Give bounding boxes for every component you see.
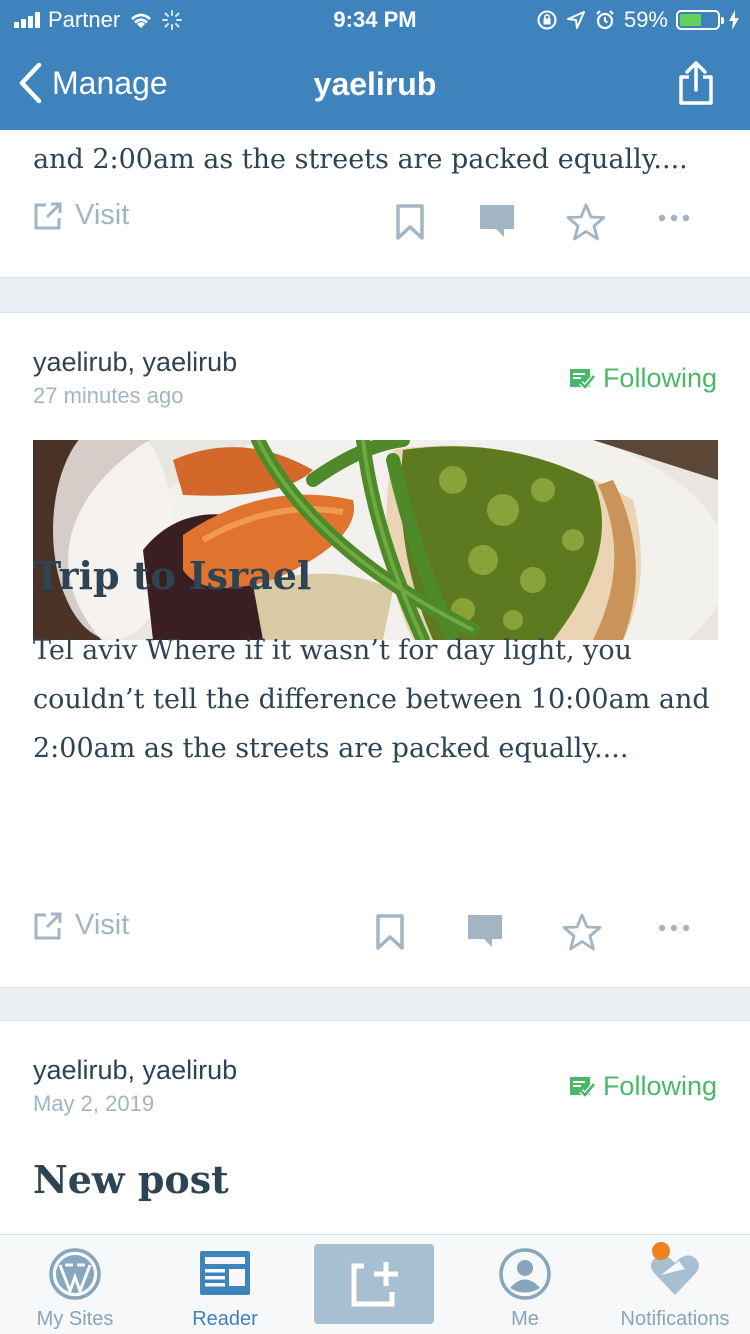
tab-label: Reader — [192, 1308, 258, 1330]
page-title: yaelirub — [313, 66, 437, 102]
compose-button[interactable] — [314, 1244, 434, 1324]
tab-notifications[interactable]: Notifications — [600, 1235, 750, 1334]
star-icon[interactable] — [566, 203, 606, 241]
share-button[interactable] — [676, 60, 716, 111]
following-button[interactable]: Following — [569, 1071, 717, 1102]
visit-button[interactable]: Visit — [33, 199, 129, 232]
post-time: May 2, 2019 — [33, 1091, 155, 1116]
star-icon[interactable] — [562, 913, 602, 951]
following-check-icon — [569, 1076, 595, 1099]
reader-feed[interactable]: and 2:00am as the streets are packed equ… — [0, 130, 750, 1234]
post-card[interactable]: yaelirub, yaelirub May 2, 2019 Following… — [0, 1020, 750, 1234]
tab-label: Notifications — [620, 1308, 730, 1330]
location-icon — [566, 11, 585, 29]
food-photo — [33, 440, 718, 640]
compose-icon — [351, 1262, 398, 1307]
post-featured-image[interactable] — [33, 440, 718, 640]
reader-icon — [200, 1251, 250, 1295]
bell-heart-icon — [651, 1242, 699, 1295]
wordpress-icon — [49, 1248, 101, 1300]
top-bar: Partner 9:34 PM 59% Manage yaelirub — [0, 0, 750, 130]
post-title[interactable]: New post — [33, 1157, 229, 1202]
visit-label: Visit — [75, 909, 130, 941]
tab-label: Me — [511, 1308, 539, 1330]
battery-percent: 59% — [623, 7, 668, 32]
comment-icon[interactable] — [478, 203, 516, 239]
bookmark-icon[interactable] — [395, 203, 425, 241]
post-excerpt: Tel aviv Where if it wasn’t for day ligh… — [33, 635, 710, 764]
following-label: Following — [602, 363, 717, 393]
following-label: Following — [602, 1071, 717, 1101]
person-icon — [499, 1248, 551, 1300]
post-authors[interactable]: yaelirub, yaelirub — [33, 1055, 237, 1086]
external-link-icon — [34, 912, 62, 939]
tab-bar: My Sites Reader Me Notifications — [0, 1234, 750, 1334]
visit-button[interactable]: Visit — [33, 909, 129, 942]
comment-icon[interactable] — [466, 913, 504, 949]
external-link-icon — [34, 202, 62, 229]
orientation-lock-icon — [537, 10, 557, 30]
status-bar: Partner 9:34 PM 59% — [0, 0, 750, 40]
battery-icon — [676, 10, 724, 30]
following-check-icon — [569, 368, 595, 391]
more-icon[interactable] — [658, 213, 690, 223]
alarm-icon — [596, 10, 614, 30]
more-icon[interactable] — [658, 923, 690, 933]
visit-label: Visit — [75, 199, 130, 231]
following-button[interactable]: Following — [569, 363, 717, 394]
tab-my-sites[interactable]: My Sites — [0, 1235, 150, 1334]
tab-me[interactable]: Me — [450, 1235, 600, 1334]
post-card[interactable]: yaelirub, yaelirub 27 minutes ago Follow… — [0, 312, 750, 988]
post-actions: Visit — [0, 909, 750, 959]
post-excerpt: and 2:00am as the streets are packed equ… — [33, 144, 688, 175]
post-actions: Visit — [0, 199, 750, 249]
post-title[interactable]: Trip to Israel — [33, 553, 311, 598]
post-card[interactable]: and 2:00am as the streets are packed equ… — [0, 130, 750, 278]
tab-reader[interactable]: Reader — [150, 1235, 300, 1334]
navigation-bar: Manage yaelirub — [0, 48, 750, 120]
post-authors[interactable]: yaelirub, yaelirub — [33, 347, 237, 378]
share-icon — [679, 61, 713, 105]
tab-label: My Sites — [36, 1308, 114, 1330]
bookmark-icon[interactable] — [375, 913, 405, 951]
charging-bolt-icon — [729, 10, 739, 30]
post-time: 27 minutes ago — [33, 383, 184, 408]
